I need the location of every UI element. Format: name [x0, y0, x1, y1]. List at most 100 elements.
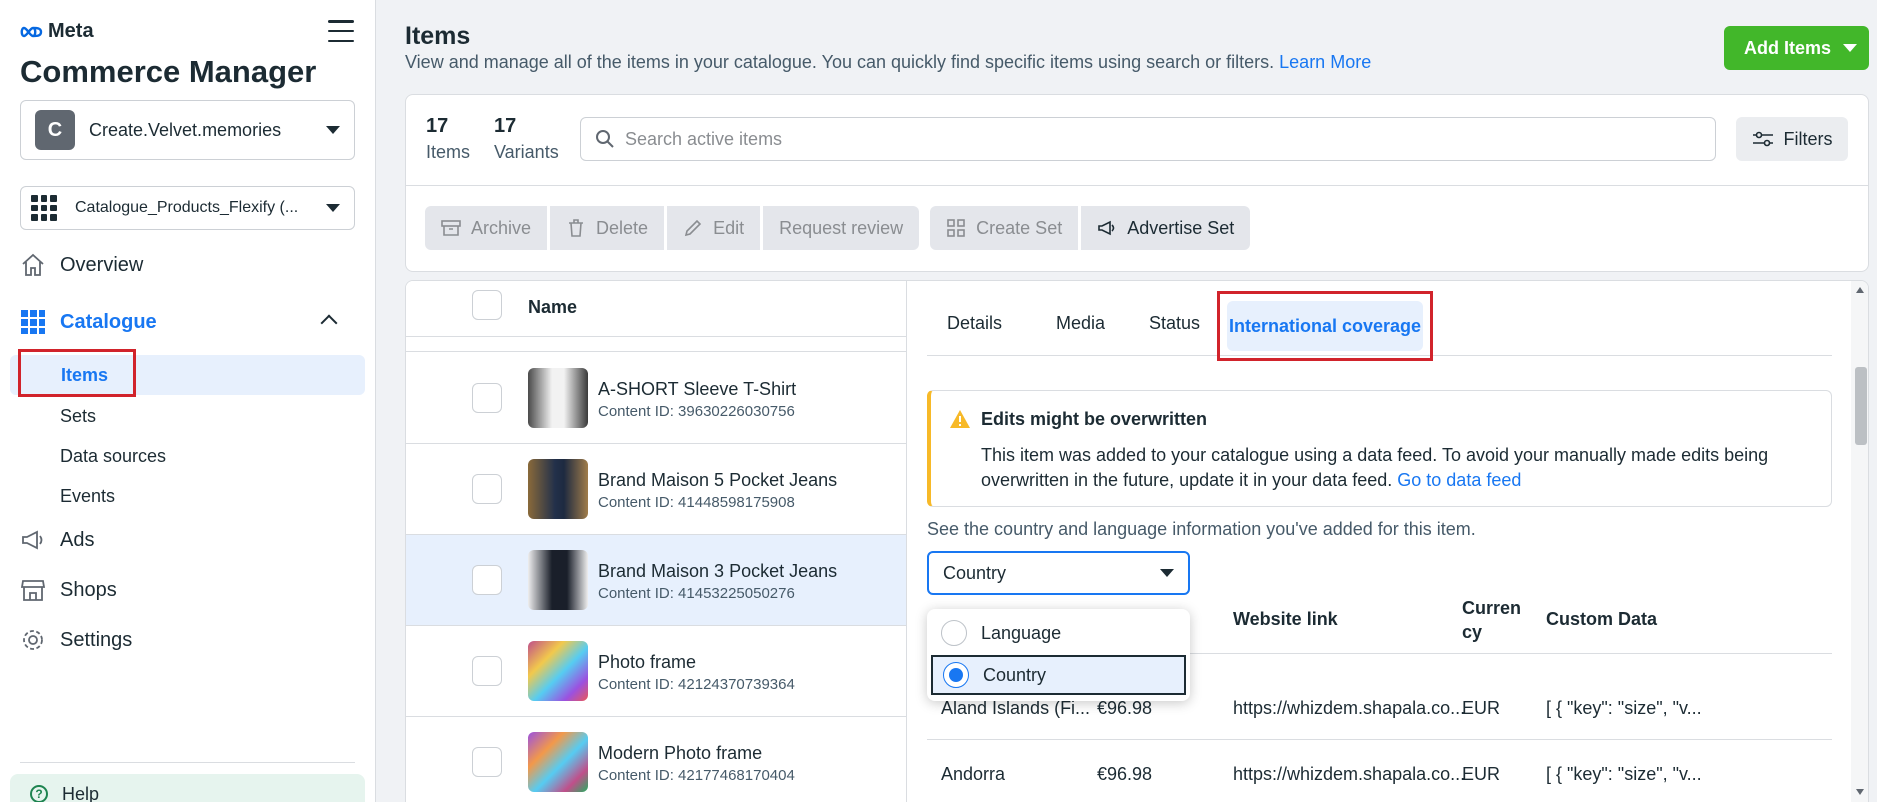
nav-ads[interactable]: Ads [20, 527, 94, 553]
option-country[interactable]: Country [931, 655, 1186, 695]
coverage-type-menu: Language Country [927, 609, 1190, 701]
nav-data-sources[interactable]: Data sources [60, 446, 166, 467]
table-row-selected[interactable]: Brand Maison 3 Pocket Jeans Content ID: … [406, 535, 906, 626]
tab-status[interactable]: Status [1149, 301, 1200, 345]
radio-selected-icon [943, 662, 969, 688]
row-checkbox[interactable] [472, 747, 502, 777]
sidebar-divider [20, 762, 355, 763]
warning-body: This item was added to your catalogue us… [981, 443, 1801, 493]
edit-button[interactable]: Edit [667, 206, 761, 250]
page-description: View and manage all of the items in your… [405, 52, 1371, 73]
caret-down-icon [326, 126, 340, 134]
request-review-button[interactable]: Request review [763, 206, 920, 250]
items-count-label: Items [426, 142, 471, 162]
tab-international-coverage[interactable]: International coverage [1217, 291, 1433, 361]
row-name: Photo frame [598, 652, 697, 672]
add-items-button[interactable]: Add Items [1724, 26, 1869, 70]
tab-details[interactable]: Details [947, 301, 1002, 345]
megaphone-icon [20, 527, 46, 553]
column-header-name: Name [528, 297, 578, 317]
table-row[interactable]: Modern Photo frame Content ID: 421774681… [406, 717, 906, 802]
cell-currency: EUR [1462, 698, 1501, 718]
option-language[interactable]: Language [931, 613, 1186, 653]
row-checkbox[interactable] [472, 474, 502, 504]
cell-country: Andorra [941, 764, 1006, 784]
chevron-up-icon[interactable] [320, 314, 338, 332]
archive-button[interactable]: Archive [425, 206, 548, 250]
nav-shops[interactable]: Shops [20, 577, 117, 603]
scroll-down-arrow-icon[interactable] [1856, 789, 1864, 795]
scrollbar[interactable] [1851, 281, 1868, 802]
table-row[interactable]: Photo frame Content ID: 42124370739364 [406, 626, 906, 717]
edit-label: Edit [713, 217, 745, 238]
scrollbar-thumb[interactable] [1855, 367, 1867, 445]
pencil-icon [684, 219, 702, 237]
table-row[interactable]: Brand Maison 5 Pocket Jeans Content ID: … [406, 444, 906, 535]
cell-price: €96.98 [1097, 764, 1153, 784]
delete-button[interactable]: Delete [550, 206, 665, 250]
row-checkbox[interactable] [472, 565, 502, 595]
gear-icon [20, 627, 46, 653]
row-checkbox[interactable] [472, 383, 502, 413]
meta-logo[interactable]: Meta [20, 20, 94, 43]
menu-icon[interactable] [328, 20, 354, 42]
nav-sets[interactable]: Sets [60, 406, 96, 427]
row-name: Brand Maison 5 Pocket Jeans [598, 470, 838, 490]
app-title: Commerce Manager [20, 54, 317, 89]
coverage-type-dropdown[interactable]: Country [927, 551, 1190, 595]
product-thumbnail [528, 732, 588, 792]
grid-icon [31, 195, 57, 221]
items-list-card: Name Content ID: 39304340603044 A-SHORT … [405, 280, 1869, 802]
tab-media[interactable]: Media [1056, 301, 1105, 345]
help-label: Help [62, 783, 100, 802]
column-header-currency-line1: Curren [1462, 598, 1522, 618]
create-set-label: Create Set [976, 217, 1063, 238]
warning-text: This item was added to your catalogue us… [981, 445, 1769, 490]
nav-overview-label: Overview [60, 253, 144, 276]
scroll-up-arrow-icon[interactable] [1856, 287, 1864, 293]
filters-label: Filters [1783, 128, 1833, 149]
cell-website-link[interactable]: https://whizdem.shapala.co... [1233, 698, 1465, 719]
row-name: A-SHORT Sleeve T-Shirt [598, 379, 797, 399]
nav-overview[interactable]: Overview [20, 252, 143, 278]
account-selector[interactable]: C Create.Velvet.memories [20, 100, 355, 160]
nav-settings[interactable]: Settings [20, 627, 132, 653]
row-content-id: Content ID: 41448598175908 [598, 494, 795, 511]
search-icon [596, 130, 614, 148]
catalogue-selector[interactable]: Catalogue_Products_Flexify (... [20, 186, 355, 230]
account-name: Create.Velvet.memories [89, 119, 282, 140]
cell-custom-data: [ { "key": "size", "v... [1546, 764, 1702, 784]
cell-website-link[interactable]: https://whizdem.shapala.co... [1233, 764, 1465, 785]
product-thumbnail [528, 550, 588, 610]
cell-country: Aland Islands (Fi... [941, 698, 1091, 718]
search-input[interactable] [625, 128, 1715, 150]
table-divider [927, 739, 1832, 740]
product-thumbnail [528, 368, 588, 428]
warning-title: Edits might be overwritten [981, 409, 1208, 429]
select-all-checkbox[interactable] [472, 290, 502, 320]
table-row[interactable]: A-SHORT Sleeve T-Shirt Content ID: 39630… [406, 353, 906, 444]
advertise-set-button[interactable]: Advertise Set [1081, 206, 1251, 250]
toolbar-card: 17 Items 17 Variants Filters Archive Del… [405, 94, 1869, 272]
filters-button[interactable]: Filters [1736, 117, 1848, 161]
nav-catalogue[interactable]: Catalogue [20, 309, 157, 335]
variants-count: 17 [494, 115, 517, 137]
nav-catalogue-label: Catalogue [60, 310, 157, 333]
avatar: C [35, 110, 75, 150]
nav-events[interactable]: Events [60, 486, 115, 507]
bulk-actions: Archive Delete Edit Request review Creat… [425, 206, 1251, 250]
search-box[interactable] [580, 117, 1716, 161]
go-to-data-feed-link[interactable]: Go to data feed [1397, 470, 1521, 490]
request-review-label: Request review [779, 217, 904, 238]
archive-label: Archive [471, 217, 532, 238]
row-checkbox[interactable] [472, 656, 502, 686]
learn-more-link[interactable]: Learn More [1279, 52, 1371, 72]
item-detail-panel: Details Media Status International cover… [906, 281, 1851, 802]
help-button[interactable]: ? Help [10, 774, 365, 802]
caret-down-icon [326, 204, 340, 212]
sliders-icon [1752, 131, 1773, 147]
row-name: Brand Maison 3 Pocket Jeans [598, 561, 838, 581]
nav-items[interactable]: Items [18, 349, 136, 397]
warning-banner: Edits might be overwritten This item was… [927, 390, 1832, 507]
create-set-button[interactable]: Create Set [930, 206, 1079, 250]
